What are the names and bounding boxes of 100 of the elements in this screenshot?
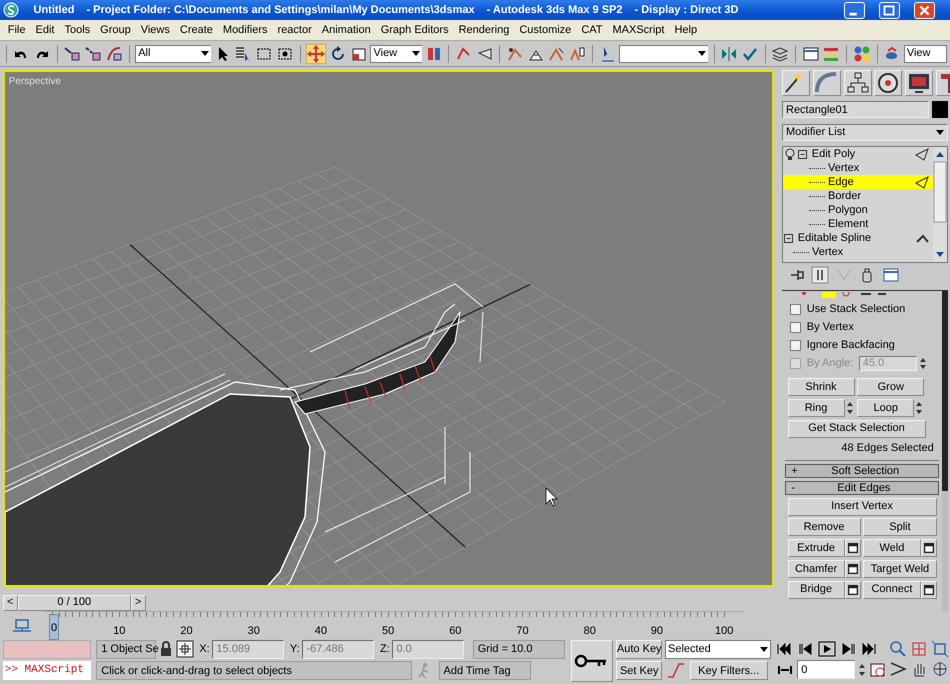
settings-icon[interactable] [844, 560, 861, 578]
coordinate-label: Y: [290, 642, 300, 657]
configure-sets-icon[interactable] [882, 266, 900, 284]
scrollbar[interactable] [942, 290, 948, 610]
close-icon[interactable] [914, 2, 936, 18]
object-name-field[interactable]: Rectangle01 [782, 101, 930, 118]
display-monitor-icon[interactable] [905, 70, 933, 96]
object-color-swatch[interactable] [932, 101, 948, 118]
modifier-list-dropdown[interactable]: Modifier List [782, 124, 948, 141]
settings-icon[interactable] [920, 539, 936, 557]
selection-filter-dropdown[interactable]: All [135, 44, 211, 62]
menu-item[interactable]: File [2, 22, 30, 38]
settings-icon[interactable] [844, 539, 861, 557]
rollout-header[interactable]: - Edit Edges [784, 480, 940, 495]
modify-arc-icon[interactable] [812, 70, 841, 96]
collapse-icon[interactable] [783, 232, 795, 245]
menu-item[interactable]: Help [669, 22, 702, 38]
spinner-icon[interactable] [919, 356, 928, 371]
edit-edges-button[interactable]: Target Weld [863, 560, 936, 578]
sub-object-item[interactable]: Polygon [783, 203, 933, 218]
unlink-icon[interactable] [84, 44, 102, 62]
key-set-dropdown[interactable]: Selected [664, 640, 771, 658]
edit-edges-button[interactable]: Chamfer [788, 560, 845, 578]
modifier-stack-item[interactable]: Editable Spline [783, 231, 933, 246]
minimize-icon[interactable] [844, 2, 866, 18]
maxscript-listener-field[interactable] [2, 640, 91, 658]
previous-frame-button[interactable]: < [2, 594, 18, 610]
show-end-result-icon[interactable] [811, 266, 829, 284]
sub-object-item[interactable]: Element [783, 217, 933, 232]
add-time-tag-button[interactable]: Add Time Tag [438, 661, 530, 680]
maxscript-field[interactable]: >> MAXScript [2, 661, 91, 680]
menu-item[interactable]: reactor [272, 22, 317, 38]
hierarchy-icon[interactable] [844, 70, 872, 96]
sub-object-item[interactable]: Vertex [783, 161, 933, 176]
named-selection-dropdown[interactable] [619, 44, 708, 62]
menu-item[interactable]: CAT [576, 22, 608, 38]
checkbox[interactable] [790, 304, 802, 315]
restore-icon[interactable] [879, 2, 900, 18]
auto-key-button[interactable]: Auto Key [616, 640, 662, 658]
collapse-icon[interactable] [797, 148, 809, 161]
material-editor-icon[interactable] [852, 44, 871, 62]
sub-object-item[interactable]: Vertex [783, 245, 933, 260]
play-icon[interactable] [818, 640, 836, 658]
selection-button[interactable]: Loop [857, 398, 914, 417]
reference-coordinate-dropdown[interactable]: View [370, 44, 422, 62]
create-wand-icon[interactable] [782, 70, 810, 96]
time-slider-thumb[interactable]: 0 / 100 [18, 594, 131, 610]
selection-button[interactable]: Ring [788, 398, 844, 417]
set-key-icon[interactable] [571, 640, 614, 682]
edit-edges-button[interactable]: Connect [863, 580, 920, 598]
menu-item[interactable]: Create [174, 22, 218, 38]
menu-item[interactable]: MAXScript [608, 22, 670, 38]
checkbox[interactable] [790, 340, 802, 351]
edit-edges-button[interactable]: Extrude [788, 539, 845, 557]
edit-edges-button[interactable]: Bridge [788, 580, 845, 598]
settings-icon[interactable] [844, 580, 861, 598]
menu-item[interactable]: Tools [59, 22, 96, 38]
zoom-extents-icon[interactable] [930, 640, 949, 658]
selection-button[interactable]: Shrink [788, 378, 854, 396]
modifier-stack-item[interactable]: Edit Poly [783, 147, 933, 162]
bind-icon[interactable] [104, 44, 123, 62]
menu-item[interactable]: Edit [30, 22, 60, 38]
edit-edges-button[interactable]: Remove [788, 518, 861, 536]
sub-object-item[interactable]: Edge [783, 175, 933, 190]
field-of-view-icon[interactable] [889, 660, 908, 678]
current-frame-field[interactable]: 0 [797, 660, 856, 680]
get-stack-selection-button[interactable]: Get Stack Selection [788, 420, 926, 438]
time-configuration-icon[interactable] [868, 660, 887, 679]
edit-edges-button[interactable]: Insert Vertex [788, 498, 936, 516]
orbit-icon[interactable] [930, 660, 949, 678]
zoom-icon[interactable] [889, 640, 908, 658]
absolute-mode-icon[interactable] [176, 640, 194, 658]
rollout-header[interactable]: + Soft Selection [784, 464, 940, 478]
next-frame-button[interactable]: > [130, 594, 146, 610]
checkbox[interactable] [790, 322, 802, 333]
menu-item[interactable]: Rendering [454, 22, 514, 38]
edit-edges-button[interactable]: Weld [863, 539, 920, 557]
menu-item[interactable]: Modifiers [218, 22, 273, 38]
menu-item[interactable]: Group [95, 22, 136, 38]
magnet-settings-icon[interactable] [568, 44, 586, 62]
selection-button[interactable]: Grow [857, 378, 924, 396]
link-icon[interactable] [63, 44, 82, 62]
mirror-icon[interactable] [720, 44, 738, 62]
render-view-field[interactable]: View [904, 44, 948, 62]
menu-item[interactable]: Customize [514, 22, 576, 38]
key-filters-button[interactable]: Key Filters... [690, 661, 768, 680]
scrollbar[interactable] [933, 147, 947, 262]
settings-icon[interactable] [920, 580, 936, 598]
menu-item[interactable]: Animation [316, 22, 376, 38]
menu-item[interactable]: Graph Editors [376, 22, 454, 38]
edit-edges-button[interactable]: Split [863, 518, 936, 536]
curve-editor-icon[interactable] [802, 44, 820, 62]
lock-icon[interactable] [159, 641, 173, 657]
sub-object-item[interactable]: Border [783, 189, 933, 204]
menu-item[interactable]: Views [136, 22, 175, 38]
light-bulb-icon[interactable] [783, 148, 797, 161]
motion-wheel-icon[interactable] [874, 70, 902, 96]
set-key-button[interactable]: Set Key [616, 661, 662, 680]
layers-icon[interactable] [771, 44, 790, 62]
move-icon[interactable] [306, 44, 326, 64]
